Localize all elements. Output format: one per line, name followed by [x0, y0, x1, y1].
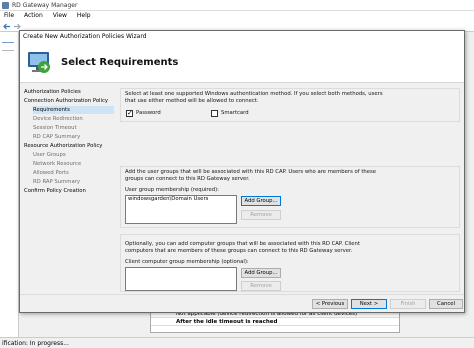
authentication-methods-group: Select at least one supported Windows au… [120, 88, 460, 122]
tree-node-icon[interactable] [2, 50, 14, 51]
wizard-titlebar[interactable]: Create New Authorization Policies Wizard [20, 31, 464, 42]
step-rd-cap-summary[interactable]: RD CAP Summary [33, 133, 114, 141]
menu-view[interactable]: View [49, 12, 71, 19]
remove-computer-group-button[interactable]: Remove [241, 281, 281, 291]
user-groups-description-line1: Add the user groups that will be associa… [125, 169, 377, 175]
menu-help[interactable]: Help [73, 12, 95, 19]
step-confirm-policy-creation[interactable]: Confirm Policy Creation [24, 187, 114, 195]
app-titlebar: RD Gateway Manager [0, 0, 474, 11]
next-button[interactable]: Next > [351, 299, 387, 309]
list-item[interactable]: windowsgarden\Domain Users [126, 196, 236, 203]
step-resource-authorization-policy[interactable]: Resource Authorization Policy [24, 142, 114, 150]
step-network-resource[interactable]: Network Resource [33, 160, 114, 168]
step-device-redirection[interactable]: Device Redirection [33, 115, 114, 123]
tree-node-icon[interactable] [2, 42, 14, 43]
rd-gateway-wizard-icon [28, 52, 50, 73]
step-authorization-policies[interactable]: Authorization Policies [24, 88, 114, 96]
step-rd-rap-summary[interactable]: RD RAP Summary [33, 178, 114, 186]
password-checkbox[interactable] [126, 109, 133, 117]
computer-groups-description-line1: Optionally, you can add computer groups … [125, 241, 360, 247]
auth-description-line2: that use either method will be allowed t… [125, 98, 259, 104]
smartcard-checkbox[interactable] [211, 110, 218, 117]
status-bar: ification: In progress... [0, 337, 474, 348]
menu-action[interactable]: Action [20, 12, 47, 19]
wizard-steps: Authorization Policies Connection Author… [20, 84, 116, 294]
user-groups-description-line2: groups can connect to this RD Gateway se… [125, 176, 250, 182]
computer-groups-list[interactable] [125, 267, 237, 291]
authorization-policies-wizard: Create New Authorization Policies Wizard… [19, 30, 465, 313]
details-row: After the idle timeout is reached [151, 318, 399, 326]
client-computer-group-label: Client computer group membership (option… [125, 259, 249, 265]
computer-groups-description-line2: computers that are members of these grou… [125, 248, 353, 254]
requirements-panel: Select at least one supported Windows au… [120, 88, 460, 292]
step-user-groups[interactable]: User Groups [33, 151, 114, 159]
menu-file[interactable]: File [0, 12, 18, 19]
step-requirements[interactable]: Requirements [33, 106, 114, 114]
cancel-button[interactable]: Cancel [429, 299, 463, 309]
step-allowed-ports[interactable]: Allowed Ports [33, 169, 114, 177]
user-group-membership-label: User group membership (required): [125, 187, 219, 193]
user-groups-group: Add the user groups that will be associa… [120, 166, 460, 228]
previous-button[interactable]: < Previous [312, 299, 348, 309]
back-arrow-icon[interactable] [3, 23, 11, 30]
step-session-timeout[interactable]: Session Timeout [33, 124, 114, 132]
console-tree [0, 32, 19, 337]
finish-button[interactable]: Finish [390, 299, 426, 309]
add-computer-group-button[interactable]: Add Group... [241, 268, 281, 278]
remove-user-group-button[interactable]: Remove [241, 210, 281, 220]
app-menubar: File Action View Help [0, 11, 474, 21]
wizard-header: Select Requirements [20, 42, 464, 83]
add-user-group-button[interactable]: Add Group... [241, 196, 281, 206]
forward-arrow-icon[interactable] [13, 23, 21, 30]
rd-gateway-app-icon [2, 2, 9, 9]
smartcard-label: Smartcard [221, 110, 249, 116]
computer-groups-group: Optionally, you can add computer groups … [120, 234, 460, 292]
step-connection-authorization-policy[interactable]: Connection Authorization Policy [24, 97, 114, 105]
password-label: Password [136, 110, 161, 116]
wizard-footer: < Previous Next > Finish Cancel [20, 294, 464, 313]
auth-description-line1: Select at least one supported Windows au… [125, 91, 383, 97]
app-title: RD Gateway Manager [12, 2, 78, 9]
wizard-page-title: Select Requirements [61, 57, 179, 68]
user-groups-list[interactable]: windowsgarden\Domain Users [125, 195, 237, 224]
